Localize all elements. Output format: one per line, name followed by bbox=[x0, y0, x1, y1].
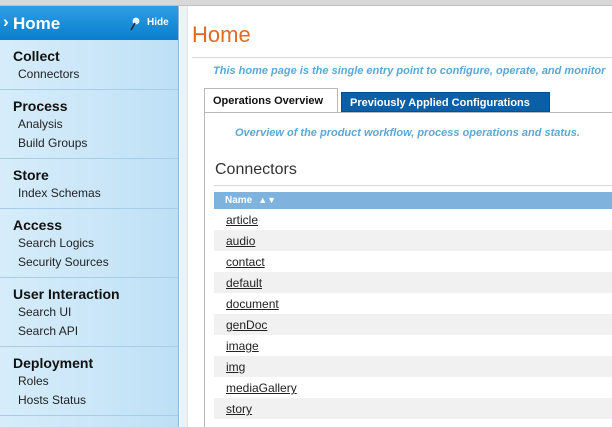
nav-item-security-sources[interactable]: Security Sources bbox=[13, 253, 178, 272]
connector-link[interactable]: document bbox=[226, 297, 279, 311]
connector-link[interactable]: genDoc bbox=[226, 318, 267, 332]
nav-group-title: Collect bbox=[13, 48, 60, 64]
table-row: default bbox=[214, 272, 612, 293]
section-divider bbox=[214, 185, 612, 186]
main-content: Home This home page is the single entry … bbox=[188, 6, 612, 427]
title-divider bbox=[192, 57, 612, 58]
nav-item-search-logics[interactable]: Search Logics bbox=[13, 234, 178, 253]
nav-group-title: Deployment bbox=[13, 355, 94, 371]
table-row: contact bbox=[214, 251, 612, 272]
nav-group-process: Process Analysis Build Groups bbox=[0, 90, 178, 159]
connector-link[interactable]: contact bbox=[226, 255, 265, 269]
table-row: genDoc bbox=[214, 314, 612, 335]
nav-item-analysis[interactable]: Analysis bbox=[13, 115, 178, 134]
table-row: article bbox=[214, 209, 612, 230]
nav-item-roles[interactable]: Roles bbox=[13, 372, 178, 391]
tab-operations-overview[interactable]: Operations Overview bbox=[204, 88, 338, 113]
nav-item-index-schemas[interactable]: Index Schemas bbox=[13, 184, 178, 203]
nav-group-title: User Interaction bbox=[13, 286, 120, 302]
column-header-label: Name bbox=[225, 195, 253, 206]
sidebar: › Home Hide Collect Connectors Process A… bbox=[0, 6, 179, 427]
table-row: document bbox=[214, 293, 612, 314]
page-title: Home bbox=[192, 22, 251, 47]
connector-link[interactable]: audio bbox=[226, 234, 255, 248]
sidebar-home-link[interactable]: Home bbox=[13, 14, 60, 34]
nav-group-collect: Collect Connectors bbox=[0, 40, 178, 90]
tab-previously-applied-configurations[interactable]: Previously Applied Configurations bbox=[341, 92, 550, 112]
nav-group-deployment: Deployment Roles Hosts Status bbox=[0, 347, 178, 416]
nav-item-build-groups[interactable]: Build Groups bbox=[13, 134, 178, 153]
nav-item-search-api[interactable]: Search API bbox=[13, 322, 178, 341]
nav-group-title: Store bbox=[13, 167, 49, 183]
nav-group-access: Access Search Logics Security Sources bbox=[0, 209, 178, 278]
connector-link[interactable]: mediaGallery bbox=[226, 381, 297, 395]
overview-text: Overview of the product workflow, proces… bbox=[235, 127, 580, 139]
sidebar-splitter[interactable] bbox=[180, 6, 188, 427]
nav-item-connectors[interactable]: Connectors bbox=[13, 65, 178, 84]
pin-icon[interactable] bbox=[130, 17, 140, 31]
connector-link[interactable]: default bbox=[226, 276, 262, 290]
connectors-table: Name ▲▼ article audio contact default doc… bbox=[214, 192, 612, 419]
table-row: story bbox=[214, 398, 612, 419]
table-row: img bbox=[214, 356, 612, 377]
hide-sidebar-button[interactable]: Hide bbox=[147, 17, 169, 28]
nav-group-title: Process bbox=[13, 98, 68, 114]
connector-link[interactable]: story bbox=[226, 402, 252, 416]
nav-item-hosts-status[interactable]: Hosts Status bbox=[13, 391, 178, 410]
table-row: mediaGallery bbox=[214, 377, 612, 398]
connector-link[interactable]: img bbox=[226, 360, 245, 374]
nav-group-store: Store Index Schemas bbox=[0, 159, 178, 209]
nav-item-search-ui[interactable]: Search UI bbox=[13, 303, 178, 322]
table-row: image bbox=[214, 335, 612, 356]
sort-icon[interactable]: ▲▼ bbox=[258, 195, 276, 205]
connector-link[interactable]: article bbox=[226, 213, 258, 227]
connector-link[interactable]: image bbox=[226, 339, 259, 353]
chevron-right-icon: › bbox=[3, 12, 9, 31]
table-row: audio bbox=[214, 230, 612, 251]
section-title: Connectors bbox=[215, 161, 297, 178]
column-header-name[interactable]: Name ▲▼ bbox=[214, 192, 612, 209]
intro-text: This home page is the single entry point… bbox=[213, 65, 606, 77]
sidebar-header: › Home Hide bbox=[0, 6, 178, 40]
nav-group-user-interaction: User Interaction Search UI Search API bbox=[0, 278, 178, 347]
nav-group-title: Access bbox=[13, 217, 63, 233]
